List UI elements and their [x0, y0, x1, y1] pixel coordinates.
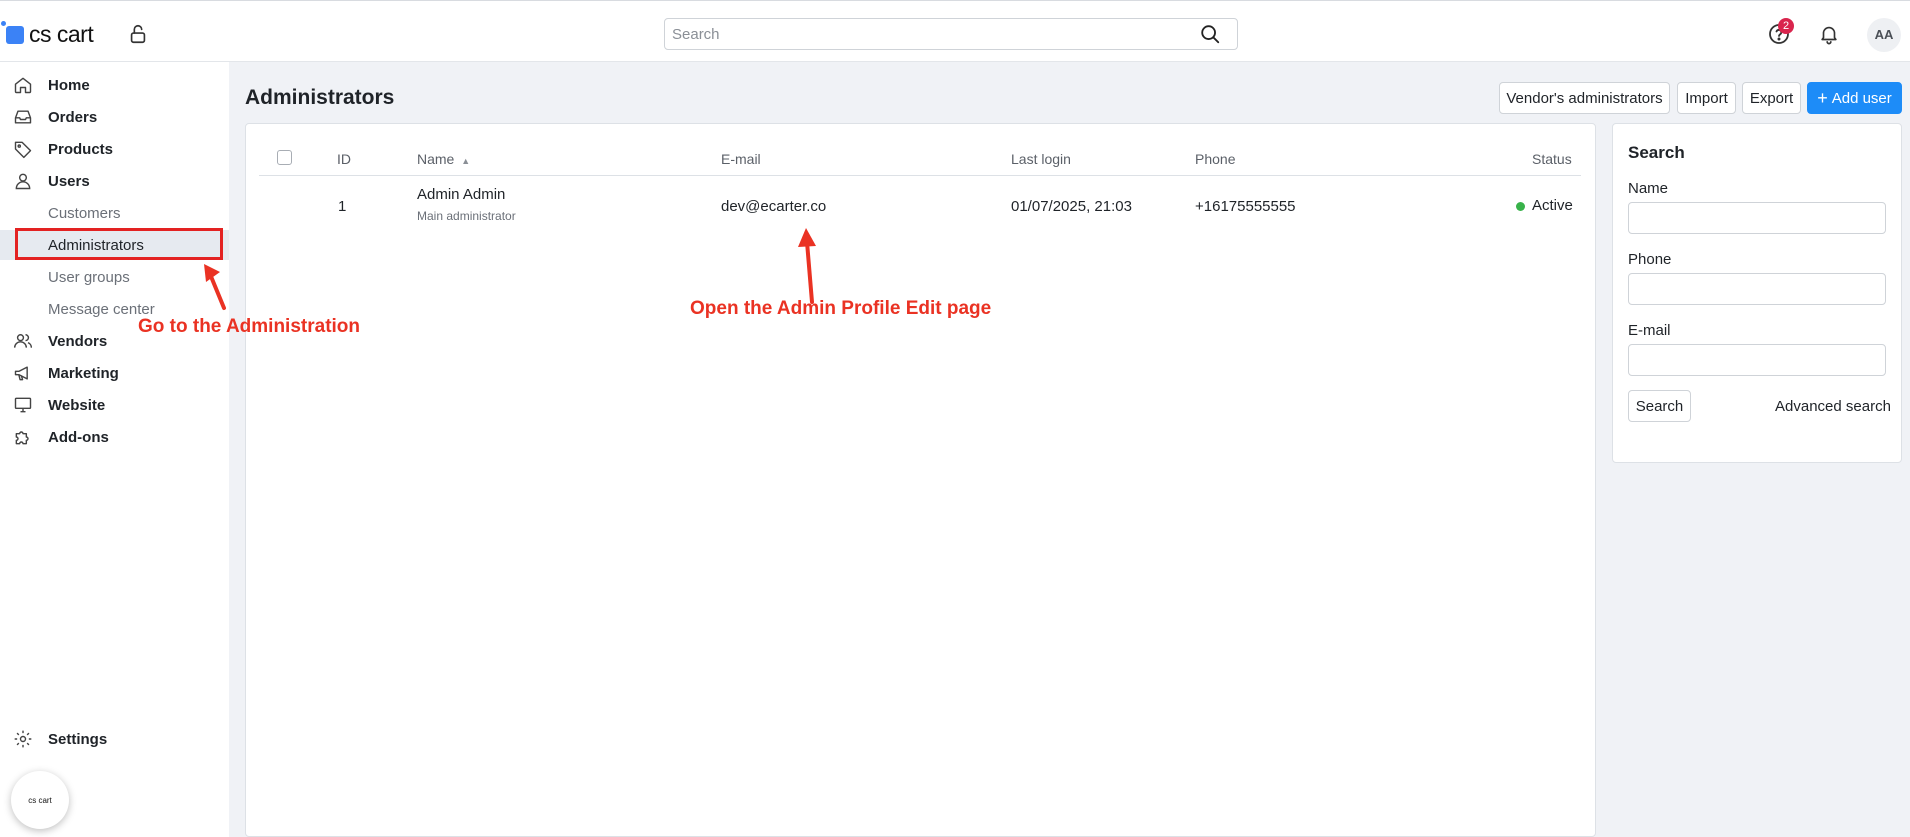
search-button[interactable]: Search	[1628, 390, 1691, 422]
tag-icon	[14, 141, 32, 159]
chat-widget-button[interactable]: cs cart	[11, 771, 69, 829]
monitor-icon	[14, 397, 32, 413]
sidebar-item-settings[interactable]: Settings	[0, 724, 229, 754]
sidebar-item-label: Add-ons	[48, 428, 109, 446]
cell-role: Main administrator	[417, 209, 516, 223]
search-icon[interactable]	[1199, 23, 1221, 45]
inbox-icon	[14, 110, 32, 124]
page-title: Administrators	[245, 86, 395, 109]
sidebar-item-add-ons[interactable]: Add-ons	[0, 422, 229, 452]
sidebar-item-label: Orders	[48, 108, 98, 126]
top-bar: cs cart 2 AA	[0, 0, 1910, 62]
sidebar-item-users[interactable]: Users	[0, 166, 229, 196]
name-field-label: Name	[1628, 180, 1669, 197]
add-user-button[interactable]: + Add user	[1807, 82, 1902, 114]
sidebar-item-label: Website	[48, 396, 106, 414]
sidebar-subitem-label: User groups	[48, 268, 130, 286]
home-icon	[14, 77, 32, 94]
sidebar-item-products[interactable]: Products	[0, 134, 229, 164]
sidebar-subitem-customers[interactable]: Customers	[0, 198, 229, 228]
sidebar-item-label: Home	[48, 76, 90, 94]
phone-field-label: Phone	[1628, 251, 1672, 268]
status-indicator-dot	[1516, 202, 1525, 211]
email-field[interactable]	[1628, 344, 1886, 376]
sidebar-subitem-label: Customers	[48, 204, 121, 222]
cell-name-link[interactable]: Admin Admin	[417, 186, 505, 203]
chat-widget-logo-text: cs cart	[28, 795, 52, 805]
notification-count-badge: 2	[1778, 18, 1794, 34]
logo[interactable]: cs cart	[1, 20, 94, 48]
email-field-label: E-mail	[1628, 322, 1671, 339]
user-avatar[interactable]: AA	[1867, 18, 1901, 52]
administrators-table-card	[245, 123, 1596, 837]
logo-mark	[1, 20, 24, 44]
search-panel-title: Search	[1628, 143, 1685, 162]
sidebar-item-marketing[interactable]: Marketing	[0, 358, 229, 388]
phone-field[interactable]	[1628, 273, 1886, 305]
user-icon	[15, 173, 31, 190]
sidebar-item-home[interactable]: Home	[0, 70, 229, 100]
annotation-arrow-sidebar	[204, 264, 226, 310]
select-all-checkbox[interactable]	[277, 150, 292, 165]
sidebar-item-label: Products	[48, 140, 114, 158]
table-header-divider	[259, 175, 1581, 176]
megaphone-icon	[14, 366, 28, 381]
puzzle-icon	[15, 431, 29, 445]
cell-email-link[interactable]: dev@ecarter.co	[721, 198, 826, 215]
column-header-id[interactable]: ID	[337, 151, 351, 167]
column-header-email[interactable]: E-mail	[721, 151, 761, 167]
sidebar-item-label: Marketing	[48, 364, 119, 382]
annotation-highlight-box	[15, 228, 223, 260]
sidebar-subitem-label: Message center	[48, 300, 155, 318]
annotation-text-sidebar: Go to the Administration	[138, 316, 361, 337]
bell-icon[interactable]	[1818, 22, 1840, 46]
gear-icon	[14, 730, 32, 748]
name-field[interactable]	[1628, 202, 1886, 234]
column-header-status[interactable]: Status	[1532, 151, 1572, 167]
sidebar-item-label: Users	[48, 172, 90, 190]
column-header-name[interactable]: Name ▲	[417, 151, 470, 167]
global-search-input[interactable]	[664, 18, 1238, 50]
vendors-administrators-button[interactable]: Vendor's administrators	[1499, 82, 1670, 114]
advanced-search-link[interactable]: Advanced search	[1775, 398, 1891, 415]
sidebar-subitem-user-groups[interactable]: User groups	[0, 262, 229, 292]
cell-id: 1	[338, 198, 347, 215]
sidebar-item-orders[interactable]: Orders	[0, 102, 229, 132]
unlock-icon[interactable]	[127, 23, 149, 45]
sort-ascending-icon: ▲	[461, 156, 471, 166]
import-button[interactable]: Import	[1677, 82, 1736, 114]
plus-icon: +	[1817, 88, 1828, 108]
column-header-last-login[interactable]: Last login	[1011, 151, 1071, 167]
users-icon	[13, 334, 33, 348]
cell-last-login: 01/07/2025, 21:03	[1011, 198, 1132, 215]
cell-status[interactable]: Active	[1532, 197, 1573, 214]
logo-text: cs cart	[29, 21, 94, 47]
sidebar-item-website[interactable]: Website	[0, 390, 229, 420]
sidebar-item-label: Settings	[48, 730, 108, 748]
column-header-phone[interactable]: Phone	[1195, 151, 1235, 167]
column-header-name-label: Name	[417, 151, 455, 167]
annotation-arrow-table	[798, 228, 816, 304]
cell-phone: +16175555555	[1195, 198, 1296, 215]
annotation-text-table: Open the Admin Profile Edit page	[690, 298, 992, 319]
add-user-label: Add user	[1831, 89, 1892, 107]
sidebar-item-label: Vendors	[48, 332, 108, 350]
export-button[interactable]: Export	[1742, 82, 1801, 114]
